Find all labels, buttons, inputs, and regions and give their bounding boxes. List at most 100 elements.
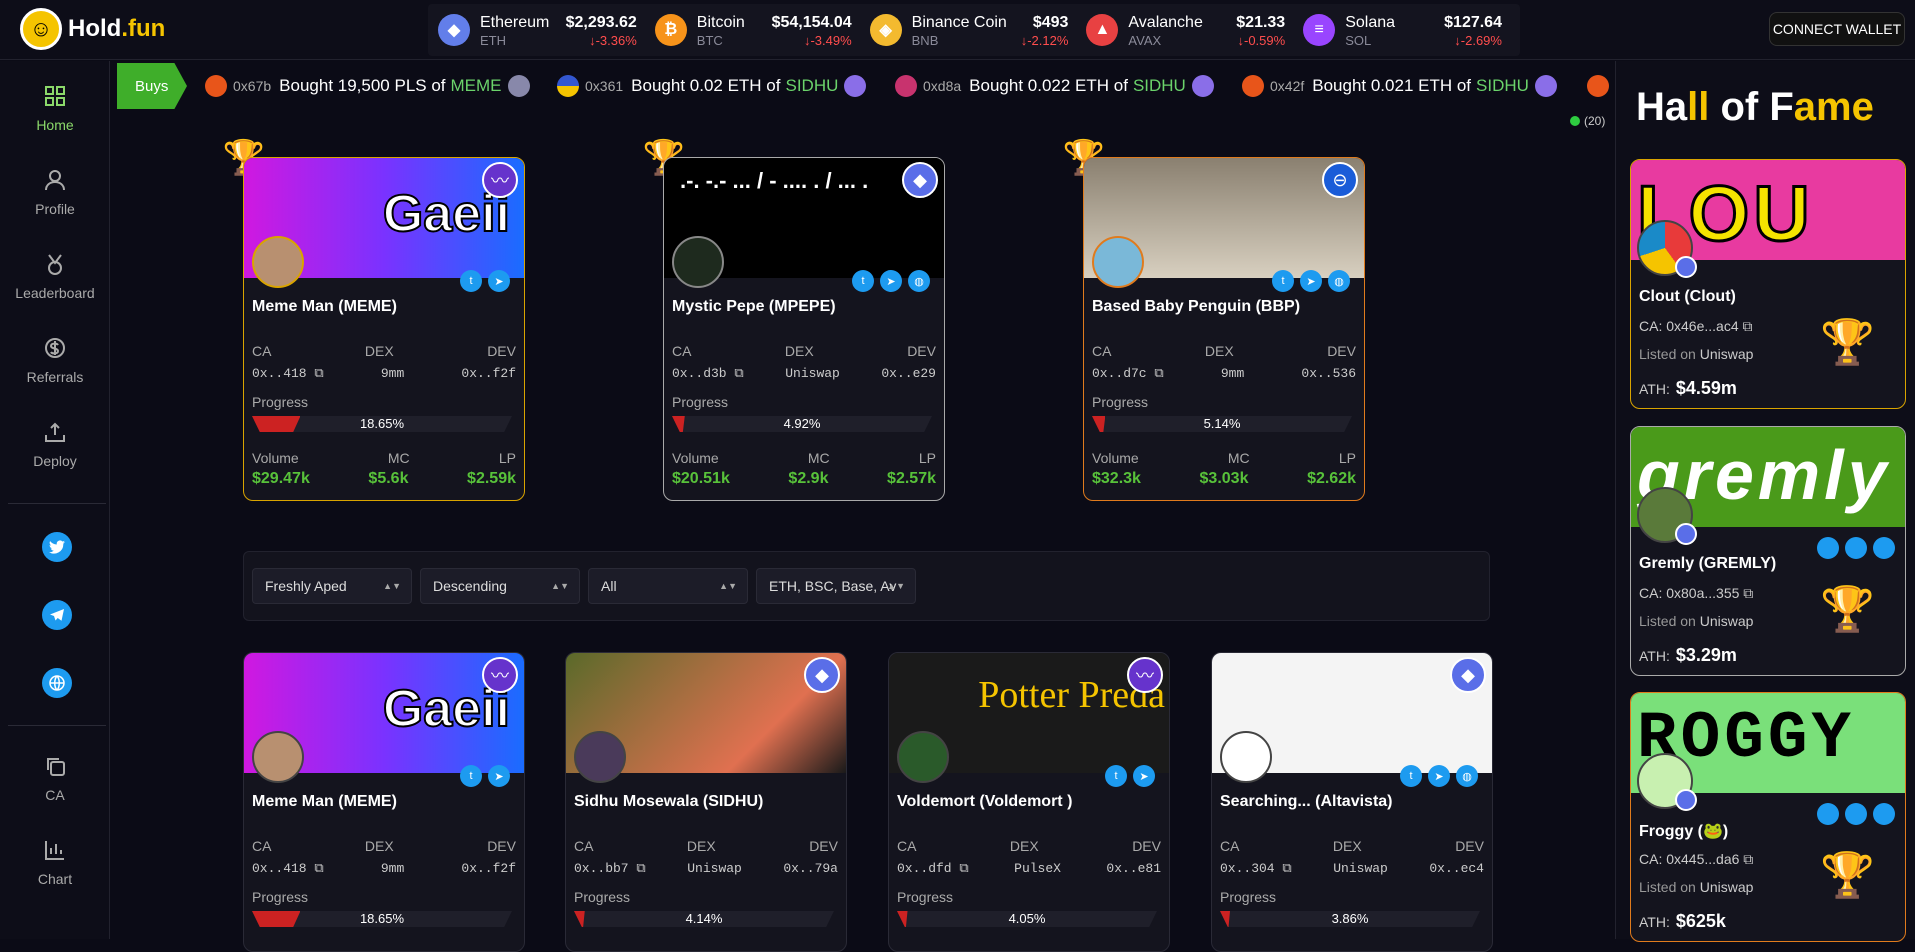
ethereum-icon: ◆ [902, 162, 938, 198]
mc-label: MC [387, 450, 410, 466]
twitter-icon[interactable]: t [460, 765, 482, 787]
ethereum-icon [1675, 523, 1697, 545]
volume-label: Volume [252, 450, 299, 466]
ticker-change: ↓-0.59% [1237, 32, 1286, 48]
telegram-icon[interactable] [42, 600, 72, 630]
globe-icon[interactable]: ◍ [908, 270, 930, 292]
dev-value[interactable]: 0x..79a [783, 861, 838, 876]
twitter-icon[interactable]: t [460, 270, 482, 292]
twitter-icon[interactable]: t [1105, 765, 1127, 787]
dev-value[interactable]: 0x..f2f [461, 366, 516, 381]
buy-item[interactable]: 0xd8a Bought 0.022 ETH of SIDHU [895, 63, 1214, 109]
sidebar-item-profile[interactable]: Profile [0, 167, 110, 217]
ticker-bnb[interactable]: ◈ Binance Coin BNB $493 ↓-2.12% [869, 10, 1087, 50]
telegram-icon[interactable]: ➤ [880, 270, 902, 292]
token-title: Mystic Pepe (MPEPE) [672, 298, 836, 315]
ticker-avax[interactable]: ▲ Avalanche AVAX $21.33 ↓-0.59% [1086, 10, 1303, 50]
listed-on: Listed on Uniswap [1639, 879, 1754, 895]
telegram-icon[interactable]: ➤ [488, 765, 510, 787]
buy-token: SIDHU [785, 76, 839, 95]
ca-value[interactable]: 0x..dfd ⧉ [897, 861, 969, 876]
telegram-icon[interactable] [1845, 803, 1867, 825]
sidebar-item-label: Referrals [26, 369, 84, 385]
telegram-icon[interactable] [1845, 537, 1867, 559]
buy-item[interactable]: 0x67b Bought 19,500 PLS of MEME [205, 63, 530, 109]
globe-icon[interactable]: ◍ [1456, 765, 1478, 787]
token-card[interactable]: ◆ t ➤ ◍ Searching... (Altavista) CA DEX DEV … [1211, 652, 1493, 952]
top-token-card[interactable]: ⊖ t ➤ ◍ Based Baby Penguin (BBP) CA DEX DEV … [1083, 157, 1365, 501]
ca-value[interactable]: CA: 0x46e...ac4 ⧉ [1639, 318, 1753, 335]
dev-value[interactable]: 0x..e29 [881, 366, 936, 381]
online-count: (20) [1570, 114, 1605, 128]
twitter-icon[interactable]: t [1272, 270, 1294, 292]
ticker-change: ↓-2.69% [1454, 32, 1502, 48]
buy-item[interactable]: 0x42f Bought 0.021 ETH of SIDHU [1242, 63, 1557, 109]
sidebar-item-chart[interactable]: Chart [0, 837, 110, 887]
globe-icon[interactable]: ◍ [1328, 270, 1350, 292]
sidebar-item-label: CA [45, 787, 65, 803]
hall-of-fame-card[interactable]: LOU Clout (Clout) CA: 0x46e...ac4 ⧉ List… [1630, 159, 1906, 409]
dex-value: PulseX [1014, 861, 1061, 876]
ticker-name: Ethereum [480, 13, 550, 31]
sidebar-item-ca[interactable]: CA [0, 753, 110, 803]
globe-icon[interactable] [1873, 537, 1895, 559]
sidebar-item-leaderboard[interactable]: Leaderboard [0, 251, 110, 301]
ca-value[interactable]: 0x..d7c ⧉ [1092, 366, 1164, 381]
telegram-icon[interactable]: ➤ [1428, 765, 1450, 787]
hall-of-fame-card[interactable]: ROGGY Froggy (🐸) CA: 0x445...da6 ⧉ Liste… [1630, 692, 1906, 942]
twitter-icon[interactable] [1817, 537, 1839, 559]
ca-value[interactable]: CA: 0x445...da6 ⧉ [1639, 851, 1753, 868]
token-title: Voldemort (Voldemort ) [897, 793, 1073, 810]
sidebar-item-home[interactable]: Home [0, 83, 110, 133]
dev-value[interactable]: 0x..e81 [1106, 861, 1161, 876]
dev-value[interactable]: 0x..536 [1301, 366, 1356, 381]
token-card[interactable]: ◆ Sidhu Mosewala (SIDHU) CA DEX DEV 0x..bb… [565, 652, 847, 952]
ticker-price: $21.33 [1236, 13, 1286, 31]
ethereum-icon: ◆ [804, 657, 840, 693]
buy-token: SIDHU [1132, 76, 1186, 95]
token-card[interactable]: Gaeii 〰 t ➤ Meme Man (MEME) CA DEX DEV 0x..… [243, 652, 525, 952]
type-select[interactable]: All ▲▼ [588, 568, 748, 604]
dev-value[interactable]: 0x..f2f [461, 861, 516, 876]
twitter-icon[interactable]: t [1400, 765, 1422, 787]
top-token-card[interactable]: Gaeii 〰 t ➤ Meme Man (MEME) CA DEX DEV 0x..… [243, 157, 525, 501]
ca-value[interactable]: 0x..d3b ⧉ [672, 366, 744, 381]
globe-icon[interactable] [42, 668, 72, 698]
chain-select[interactable]: ETH, BSC, Base, Av ▲▼ [756, 568, 916, 604]
ticker-btc[interactable]: ₿ Bitcoin BTC $54,154.04 ↓-3.49% [654, 10, 870, 50]
buy-item[interactable] [1587, 63, 1614, 109]
logo[interactable]: ☺ Hold.fun [20, 8, 165, 50]
ethereum-icon [1675, 789, 1697, 811]
telegram-icon[interactable]: ➤ [488, 270, 510, 292]
connect-wallet-button[interactable]: CONNECT WALLET [1769, 12, 1905, 46]
ca-value[interactable]: 0x..418 ⧉ [252, 366, 324, 381]
wallet-avatar-icon [557, 75, 579, 97]
token-icon [1534, 75, 1557, 97]
ticker-sol[interactable]: ≡ Solana SOL $127.64 ↓-2.69% [1303, 10, 1520, 50]
telegram-icon[interactable]: ➤ [1300, 270, 1322, 292]
logo-suffix: .fun [121, 15, 166, 42]
twitter-icon[interactable] [42, 532, 72, 562]
buy-item[interactable]: 0x361 Bought 0.02 ETH of SIDHU [557, 63, 867, 109]
wallet-avatar-icon [895, 75, 917, 97]
dex-label: DEX [364, 343, 394, 359]
lp-label: LP [498, 450, 516, 466]
sort-select[interactable]: Freshly Aped ▲▼ [252, 568, 412, 604]
globe-icon[interactable] [1873, 803, 1895, 825]
top-token-card[interactable]: .-. -.- ... / - .... . / ... . ◆ t ➤ ◍ Mys… [663, 157, 945, 501]
sidebar-item-deploy[interactable]: Deploy [0, 419, 110, 469]
telegram-icon[interactable]: ➤ [1133, 765, 1155, 787]
hall-of-fame-card[interactable]: gremly Gremly (GREMLY) CA: 0x80a...355 ⧉… [1630, 426, 1906, 676]
token-card[interactable]: Potter Preda 〰 t ➤ Voldemort (Voldemort )… [888, 652, 1170, 952]
twitter-icon[interactable] [1817, 803, 1839, 825]
twitter-icon[interactable]: t [852, 270, 874, 292]
ca-value[interactable]: 0x..304 ⧉ [1220, 861, 1292, 876]
ca-value[interactable]: 0x..418 ⧉ [252, 861, 324, 876]
ca-value[interactable]: 0x..bb7 ⧉ [574, 861, 646, 876]
order-select[interactable]: Descending ▲▼ [420, 568, 580, 604]
ticker-eth[interactable]: ◆ Ethereum ETH $2,293.62 ↓-3.36% [438, 10, 655, 50]
sidebar-item-referrals[interactable]: Referrals [0, 335, 110, 385]
dex-label: DEX [1204, 343, 1234, 359]
dev-value[interactable]: 0x..ec4 [1429, 861, 1484, 876]
ca-value[interactable]: CA: 0x80a...355 ⧉ [1639, 585, 1753, 602]
